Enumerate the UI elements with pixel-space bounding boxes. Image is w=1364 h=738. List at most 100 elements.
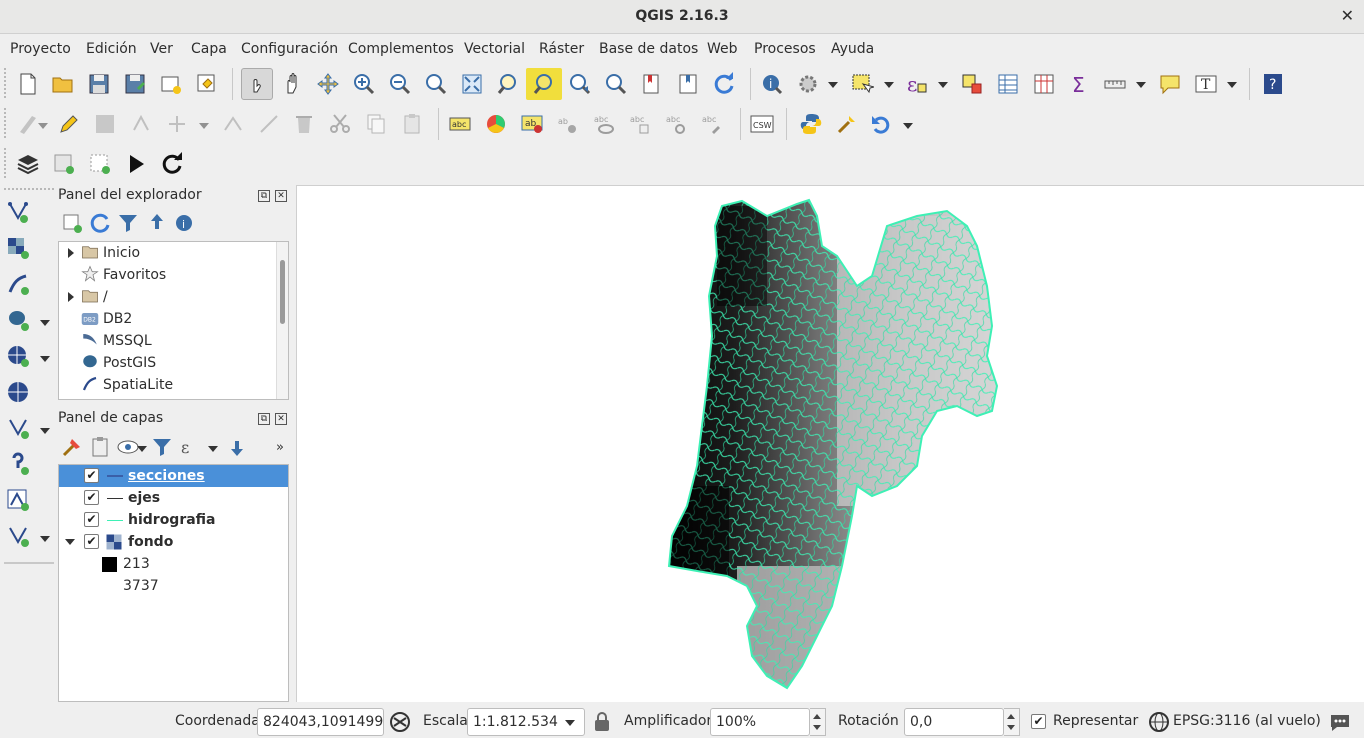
- plugin-tool-icon[interactable]: [833, 110, 861, 138]
- expand-arrow-icon[interactable]: [68, 248, 74, 258]
- filter-browser-icon[interactable]: [116, 211, 140, 235]
- add-selected-layer-icon[interactable]: [60, 211, 84, 235]
- float-panel-icon[interactable]: ⧉: [258, 190, 270, 202]
- copy-features-icon[interactable]: [362, 110, 390, 138]
- toolbar-grip[interactable]: [4, 108, 7, 138]
- rotation-spinner[interactable]: [1004, 708, 1020, 736]
- statistics-icon[interactable]: Σ: [1066, 70, 1094, 98]
- select-by-expression-icon[interactable]: ε: [902, 70, 930, 98]
- new-layer-dropdown-icon[interactable]: [40, 536, 50, 542]
- float-panel-icon[interactable]: ⧉: [258, 413, 270, 425]
- list-item[interactable]: MSSQL: [59, 330, 288, 352]
- add-wcs-icon[interactable]: [4, 378, 32, 406]
- crs-label[interactable]: EPSG:3116 (al vuelo): [1173, 713, 1321, 729]
- zoom-to-layer-icon[interactable]: [494, 70, 522, 98]
- measure-dropdown-icon[interactable]: [1136, 82, 1146, 88]
- add-spatialite-layer-icon[interactable]: [4, 270, 32, 298]
- layer-row-secciones[interactable]: ✔ secciones: [59, 465, 288, 487]
- toggle-extents-icon[interactable]: [386, 708, 414, 736]
- layer-row-fondo[interactable]: ✔ fondo: [59, 531, 288, 553]
- more-tools-icon[interactable]: »: [276, 440, 284, 455]
- add-wfs-icon[interactable]: [4, 414, 32, 442]
- layer-visibility-checkbox[interactable]: ✔: [84, 490, 99, 505]
- new-print-composer-icon[interactable]: [157, 70, 185, 98]
- zoom-next-icon[interactable]: [602, 70, 630, 98]
- annotation-dropdown-icon[interactable]: [1227, 82, 1237, 88]
- add-delimited-text-icon[interactable]: [4, 450, 32, 478]
- toolbar-grip[interactable]: [4, 68, 7, 98]
- open-layer-styling-icon[interactable]: [60, 435, 84, 459]
- layer-visibility-checkbox[interactable]: ✔: [84, 512, 99, 527]
- undo-dropdown-icon[interactable]: [903, 123, 913, 129]
- menu-raster[interactable]: Ráster: [539, 41, 584, 57]
- node-tool-icon[interactable]: [219, 110, 247, 138]
- expand-arrow-icon[interactable]: [68, 292, 74, 302]
- change-label-icon[interactable]: abc: [698, 110, 726, 138]
- layer-labeling-icon[interactable]: abc: [446, 110, 474, 138]
- add-wms-icon[interactable]: [4, 342, 32, 370]
- rotation-field[interactable]: 0,0: [904, 708, 1004, 736]
- deselect-all-icon[interactable]: [958, 70, 986, 98]
- map-tips-icon[interactable]: [1156, 70, 1184, 98]
- move-label-icon[interactable]: abc: [626, 110, 654, 138]
- list-item[interactable]: PostGIS: [59, 352, 288, 374]
- move-dropdown-icon[interactable]: [199, 123, 209, 129]
- cut-features-icon[interactable]: [326, 110, 354, 138]
- metasearch-csw-icon[interactable]: CSW: [748, 110, 776, 138]
- field-calculator-icon[interactable]: [1030, 70, 1058, 98]
- highlight-pinned-labels-icon[interactable]: ab: [518, 110, 546, 138]
- open-project-icon[interactable]: [49, 70, 77, 98]
- reload-icon[interactable]: [158, 150, 186, 178]
- add-wms-layer-icon[interactable]: [86, 150, 114, 178]
- add-group-icon[interactable]: [88, 435, 112, 459]
- list-item[interactable]: /: [59, 286, 288, 308]
- messages-icon[interactable]: [1326, 708, 1354, 736]
- zoom-in-icon[interactable]: [350, 70, 378, 98]
- delete-part-icon[interactable]: [255, 110, 283, 138]
- toolbar-grip[interactable]: [4, 148, 7, 178]
- collapse-arrow-icon[interactable]: [65, 539, 75, 545]
- action-dropdown-icon[interactable]: [828, 82, 838, 88]
- coordinate-field[interactable]: 824043,1091499: [257, 708, 384, 736]
- filter-by-expression-icon[interactable]: ε: [178, 435, 202, 459]
- text-annotation-icon[interactable]: T: [1192, 70, 1220, 98]
- select-dropdown-icon[interactable]: [884, 82, 894, 88]
- pan-to-selection-icon[interactable]: [314, 70, 342, 98]
- touch-zoom-icon[interactable]: [241, 68, 273, 100]
- add-raster-layer-icon[interactable]: [50, 150, 78, 178]
- crs-globe-icon[interactable]: [1145, 708, 1173, 736]
- refresh-icon[interactable]: [710, 70, 738, 98]
- paste-features-icon[interactable]: [398, 110, 426, 138]
- add-feature-icon[interactable]: [127, 110, 155, 138]
- python-console-icon[interactable]: [797, 110, 825, 138]
- rotate-label-icon[interactable]: abc: [662, 110, 690, 138]
- refresh-browser-icon[interactable]: [88, 211, 112, 235]
- expression-dropdown-icon[interactable]: [938, 82, 948, 88]
- menu-capa[interactable]: Capa: [191, 41, 227, 57]
- add-vector-layer-icon[interactable]: [4, 198, 32, 226]
- save-as-icon[interactable]: [121, 70, 149, 98]
- move-feature-icon[interactable]: [163, 110, 191, 138]
- add-raster-icon[interactable]: [4, 234, 32, 262]
- collapse-all-icon[interactable]: [145, 211, 169, 235]
- undo-icon[interactable]: [867, 110, 895, 138]
- new-shapefile-icon[interactable]: [4, 486, 32, 514]
- lock-scale-icon[interactable]: [588, 708, 616, 736]
- edits-dropdown-icon[interactable]: [38, 123, 48, 129]
- list-item[interactable]: DB2 DB2: [59, 308, 288, 330]
- close-icon[interactable]: ✕: [1341, 6, 1354, 25]
- wfs-dropdown-icon[interactable]: [40, 428, 50, 434]
- menu-ver[interactable]: Ver: [150, 41, 173, 57]
- help-icon[interactable]: ?: [1259, 70, 1287, 98]
- magnifier-spinner[interactable]: [810, 708, 826, 736]
- show-bookmarks-icon[interactable]: [674, 70, 702, 98]
- run-feature-action-icon[interactable]: [794, 70, 822, 98]
- menu-web[interactable]: Web: [707, 41, 738, 57]
- close-panel-icon[interactable]: ✕: [275, 413, 287, 425]
- measure-line-icon[interactable]: [1101, 70, 1129, 98]
- menu-edicion[interactable]: Edición: [86, 41, 137, 57]
- pin-unpin-labels-icon[interactable]: ab: [554, 110, 582, 138]
- zoom-full-icon[interactable]: [458, 70, 486, 98]
- select-features-icon[interactable]: [848, 70, 876, 98]
- zoom-last-icon[interactable]: [566, 70, 594, 98]
